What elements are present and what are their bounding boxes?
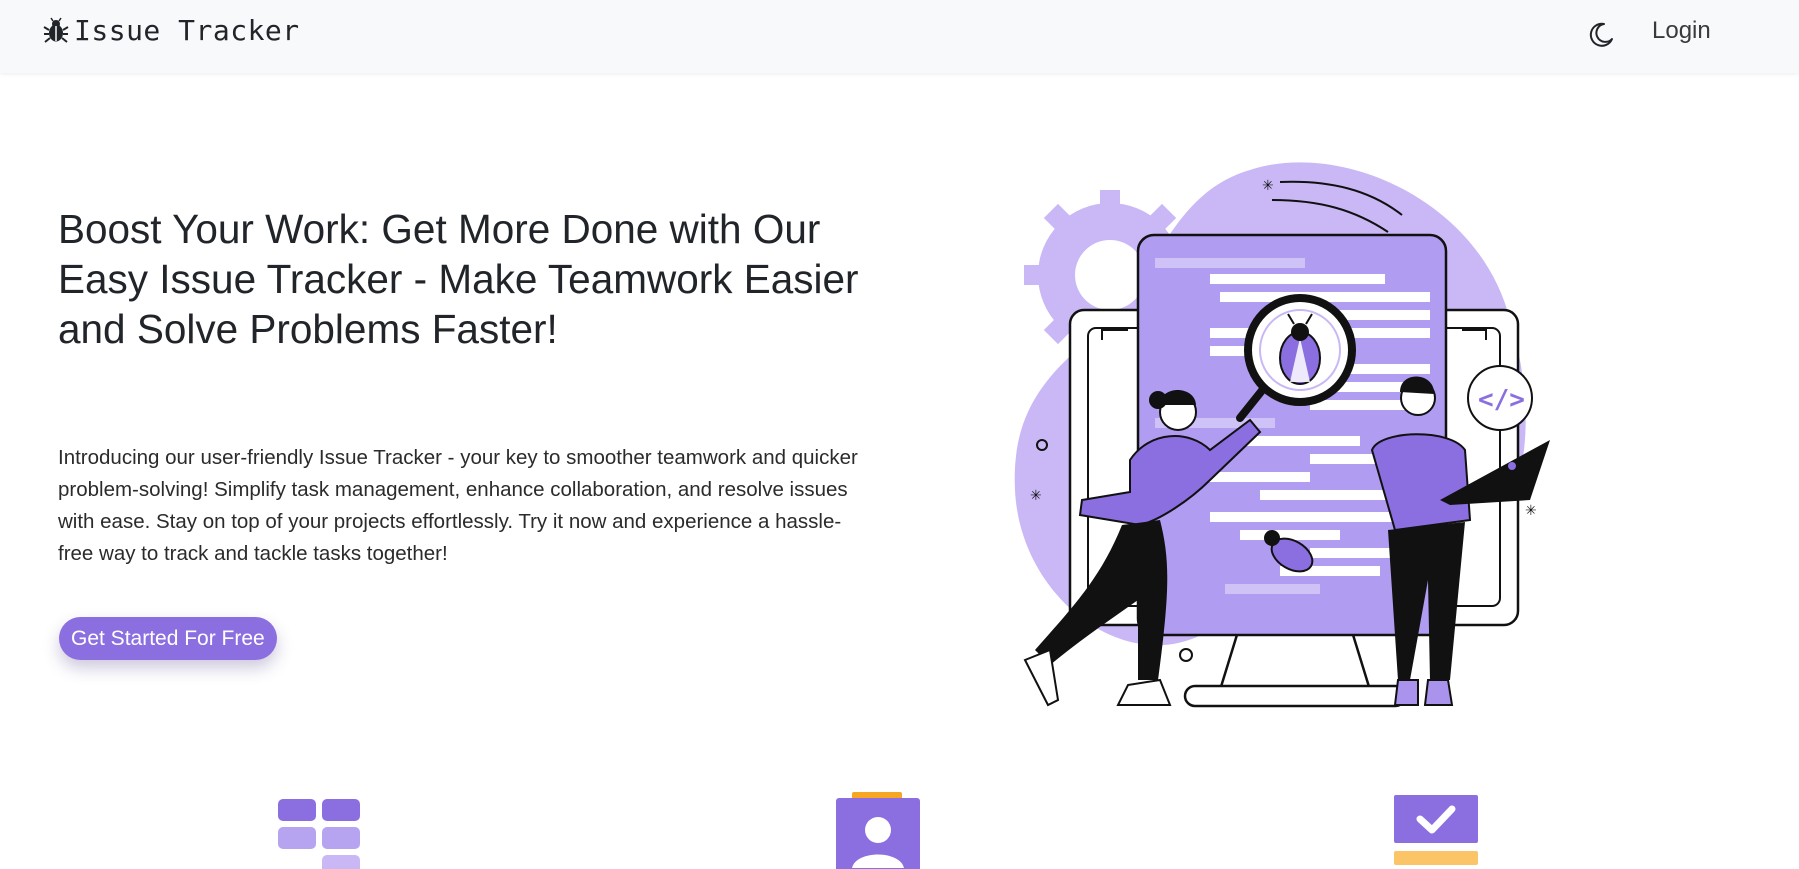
brand-text: Issue Tracker <box>74 14 300 47</box>
hero-title: Boost Your Work: Get More Done with Our … <box>58 206 859 352</box>
svg-text:✳: ✳ <box>1525 503 1537 519</box>
svg-text:✳: ✳ <box>1030 488 1042 504</box>
svg-text:</>: </> <box>1478 385 1525 415</box>
checkbox-icon <box>1392 795 1478 869</box>
moon-icon[interactable] <box>1584 18 1618 52</box>
hero-description: Introducing our user-friendly Issue Trac… <box>58 446 858 565</box>
user-badge-icon <box>834 792 922 869</box>
brand-link[interactable]: Issue Tracker <box>42 14 300 47</box>
get-started-button[interactable]: Get Started For Free <box>59 617 277 660</box>
login-link[interactable]: Login <box>1652 17 1711 45</box>
grid-tiles-icon <box>276 796 364 869</box>
hero-illustration: ✳ </> ✳ ✳ <box>1010 160 1570 720</box>
svg-text:✳: ✳ <box>1262 178 1274 194</box>
navbar: Issue Tracker Login <box>0 0 1799 73</box>
bug-icon <box>42 17 70 45</box>
